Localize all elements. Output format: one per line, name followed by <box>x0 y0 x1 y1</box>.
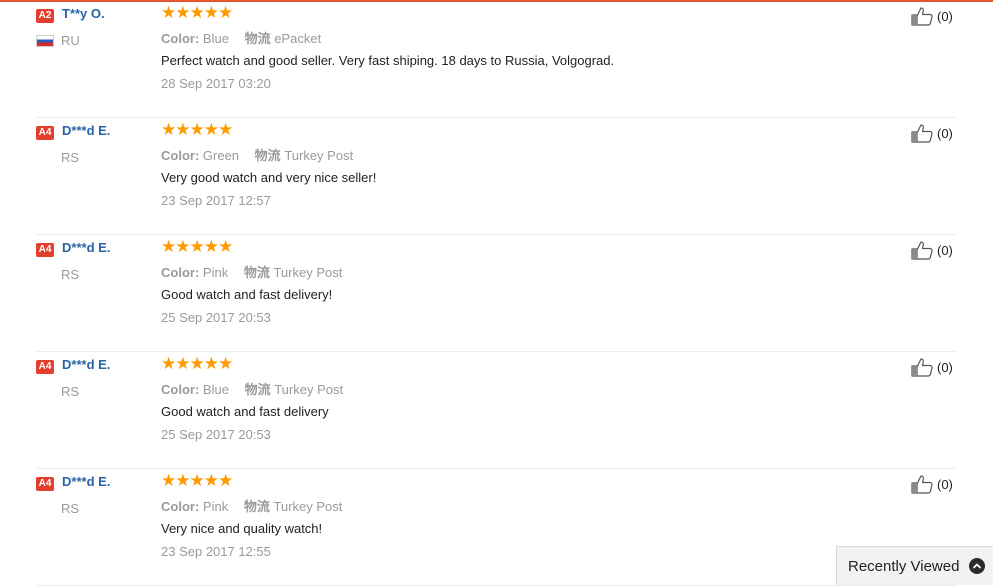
reviewer-name[interactable]: D***d E. <box>62 240 110 255</box>
color-label: Color: <box>161 148 200 163</box>
review-text: Very nice and quality watch! <box>161 521 323 536</box>
shipping-label: 物流 <box>243 265 270 280</box>
helpful-button[interactable]: (0) <box>911 240 953 260</box>
review-text: Perfect watch and good seller. Very fast… <box>161 53 615 68</box>
review-date: 25 Sep 2017 20:53 <box>161 310 271 325</box>
thumbs-up-icon[interactable] <box>911 357 935 377</box>
reviewer-country: RS <box>61 267 80 282</box>
recently-viewed-button[interactable]: Recently Viewed <box>836 546 993 585</box>
chevron-up-icon[interactable] <box>969 558 986 574</box>
review-item: A4 D***d E. RS ★★★★★ Color: Blue 物流 Turk… <box>36 351 956 469</box>
order-info: Color: Pink 物流 Turkey Post <box>161 496 342 515</box>
reviewer-country: RS <box>61 150 80 165</box>
shipping-value: Turkey Post <box>273 265 343 280</box>
color-label: Color: <box>161 499 200 514</box>
review-text: Good watch and fast delivery <box>161 404 329 419</box>
helpful-button[interactable]: (0) <box>911 474 953 494</box>
order-info: Color: Blue 物流 Turkey Post <box>161 379 343 398</box>
rating-stars: ★★★★★ <box>161 120 233 139</box>
helpful-count: (0) <box>937 476 953 492</box>
rating-stars: ★★★★★ <box>161 354 233 373</box>
buyer-level-badge: A4 <box>36 360 54 374</box>
thumbs-up-icon[interactable] <box>911 240 935 260</box>
review-text: Very good watch and very nice seller! <box>161 170 377 185</box>
color-value: Blue <box>202 382 229 397</box>
rating-stars: ★★★★★ <box>161 237 233 256</box>
shipping-value: ePacket <box>274 31 322 46</box>
helpful-count: (0) <box>937 242 953 258</box>
review-date: 28 Sep 2017 03:20 <box>161 76 271 91</box>
color-value: Blue <box>202 31 229 46</box>
helpful-count: (0) <box>937 8 953 24</box>
color-label: Color: <box>161 382 200 397</box>
reviewer-country: RS <box>61 384 80 399</box>
review-item: A4 D***d E. RS ★★★★★ Color: Pink 物流 Turk… <box>36 234 956 352</box>
review-date: 23 Sep 2017 12:55 <box>161 544 271 559</box>
helpful-button[interactable]: (0) <box>911 6 953 26</box>
star-rating: ★★★★★ <box>161 120 233 139</box>
star-rating: ★★★★★ <box>161 471 233 490</box>
rating-stars: ★★★★★ <box>161 3 233 22</box>
buyer-level-badge: A2 <box>36 9 54 23</box>
recently-viewed-label[interactable]: Recently Viewed <box>848 558 959 575</box>
order-info: Color: Blue 物流 ePacket <box>161 28 321 47</box>
order-info: Color: Pink 物流 Turkey Post <box>161 262 342 281</box>
thumbs-up-icon[interactable] <box>911 123 935 143</box>
shipping-value: Turkey Post <box>274 382 344 397</box>
rating-stars: ★★★★★ <box>161 471 233 490</box>
star-rating: ★★★★★ <box>161 354 233 373</box>
reviewer-country: RS <box>61 501 80 516</box>
review-text: Good watch and fast delivery! <box>161 287 333 302</box>
thumbs-up-icon[interactable] <box>911 474 935 494</box>
reviewer-name[interactable]: T**y O. <box>62 6 105 21</box>
russia-flag-icon <box>36 35 54 47</box>
shipping-label: 物流 <box>243 499 270 514</box>
star-rating: ★★★★★ <box>161 3 233 22</box>
order-info: Color: Green 物流 Turkey Post <box>161 145 353 164</box>
shipping-label: 物流 <box>244 31 271 46</box>
review-date: 25 Sep 2017 20:53 <box>161 427 271 442</box>
helpful-button[interactable]: (0) <box>911 357 953 377</box>
color-value: Pink <box>202 499 229 514</box>
color-value: Pink <box>202 265 229 280</box>
review-item: A4 D***d E. RS ★★★★★ Color: Green 物流 Tur… <box>36 117 956 235</box>
star-rating: ★★★★★ <box>161 237 233 256</box>
review-date: 23 Sep 2017 12:57 <box>161 193 271 208</box>
thumbs-up-icon[interactable] <box>911 6 935 26</box>
helpful-count: (0) <box>937 125 953 141</box>
shipping-label: 物流 <box>244 382 271 397</box>
reviewer-country: RU <box>61 33 80 48</box>
buyer-level-badge: A4 <box>36 243 54 257</box>
buyer-level-badge: A4 <box>36 126 54 140</box>
shipping-label: 物流 <box>254 148 281 163</box>
shipping-value: Turkey Post <box>273 499 343 514</box>
color-value: Green <box>202 148 240 163</box>
helpful-button[interactable]: (0) <box>911 123 953 143</box>
reviewer-name[interactable]: D***d E. <box>62 474 110 489</box>
buyer-level-badge: A4 <box>36 477 54 491</box>
color-label: Color: <box>161 265 200 280</box>
color-label: Color: <box>161 31 200 46</box>
reviewer-name[interactable]: D***d E. <box>62 357 110 372</box>
shipping-value: Turkey Post <box>284 148 354 163</box>
review-item: A2 T**y O. RU ★★★★★ Color: Blue 物流 ePack… <box>36 0 956 118</box>
helpful-count: (0) <box>937 359 953 375</box>
reviewer-name[interactable]: D***d E. <box>62 123 110 138</box>
review-item: A4 D***d E. RS ★★★★★ Color: Pink 物流 Turk… <box>36 468 956 586</box>
